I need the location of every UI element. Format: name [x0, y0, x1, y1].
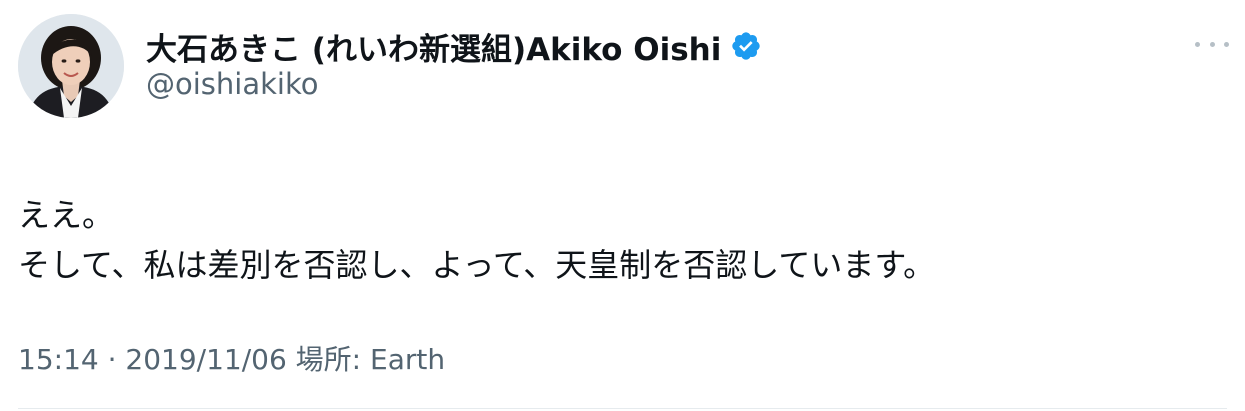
tweet-text: ええ。 そして、私は差別を否認し、よって、天皇制を否認しています。 — [18, 190, 935, 290]
avatar-photo — [18, 14, 124, 118]
tweet-text-line: そして、私は差別を否認し、よって、天皇制を否認しています。 — [18, 246, 936, 284]
divider — [18, 408, 1227, 409]
tweet-text-line: ええ。 — [18, 196, 115, 234]
more-options-icon[interactable] — [1195, 37, 1229, 51]
tweet-card: 大石あきこ (れいわ新選組)Akiko Oishi @oishiakiko ええ… — [0, 0, 1245, 411]
author-handle[interactable]: @oishiakiko — [146, 67, 318, 101]
verified-badge-icon — [730, 30, 762, 62]
tweet-timestamp[interactable]: 15:14 · 2019/11/06 場所: Earth — [18, 338, 445, 378]
display-name[interactable]: 大石あきこ (れいわ新選組)Akiko Oishi — [146, 24, 721, 69]
author-name-row[interactable]: 大石あきこ (れいわ新選組)Akiko Oishi — [146, 22, 762, 70]
avatar[interactable] — [18, 14, 124, 118]
